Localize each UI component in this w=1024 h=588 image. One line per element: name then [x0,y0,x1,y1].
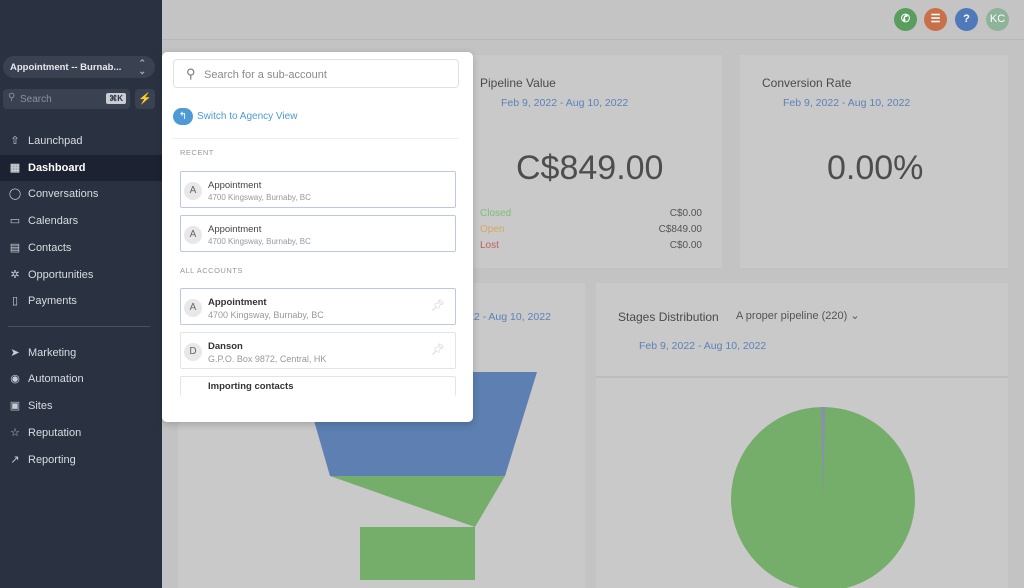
chevron-updown-icon: ⌃ ⌄ [138,58,146,76]
pipeline-total: C$849.00 [516,149,664,187]
star-icon: ☆ [10,427,20,439]
sidebar-item-contacts[interactable]: ▤ Contacts [0,235,162,261]
quick-action-button[interactable]: ⚡ [135,89,155,109]
sidebar-item-conversations[interactable]: ◯ Conversations [0,181,162,207]
chat-icon: ◯ [8,188,22,200]
sidebar-item-dashboard[interactable]: ▦ Dashboard [0,155,162,181]
search-placeholder: Search for a sub-account [204,69,327,81]
closed-row: Closed C$0.00 [480,208,702,219]
sidebar-item-label: Calendars [28,215,79,227]
recent-account[interactable]: A Appointment 4700 Kingsway, Burnaby, BC [180,171,456,208]
sidebar-item-label: Marketing [28,347,77,359]
sidebar-item-label: Reputation [28,427,82,439]
account-name: Appointment [208,297,267,308]
account-address: 4700 Kingsway, Burnaby, BC [208,310,324,320]
date-range[interactable]: Feb 9, 2022 - Aug 10, 2022 [783,97,910,109]
recent-account[interactable]: A Appointment 4700 Kingsway, Burnaby, BC [180,215,456,252]
funnel-stage-green[interactable] [330,476,505,580]
pin-icon[interactable]: 📌︎ [431,299,445,312]
account-name: Appointment [208,224,262,235]
account-address: G.P.O. Box 9872, Central, HK [208,354,327,364]
recent-label: RECENT [180,148,214,157]
phone-button[interactable]: ✆ [894,8,917,31]
rocket-icon: ⇧ [10,135,20,147]
switch-agency-view[interactable]: ↰ Switch to Agency View [173,108,298,125]
question-icon: ? [963,13,970,25]
sidebar-item-sites[interactable]: ▣ Sites [0,393,162,419]
conversion-value: 0.00% [827,149,924,187]
account-switcher[interactable]: Appointment -- Burnab... ⌃ ⌄ [3,56,155,78]
grid-icon: ▦ [9,162,21,174]
account-name: Appointment [208,180,262,191]
sidebar-item-label: Conversations [28,188,99,200]
account-item[interactable]: A Appointment 4700 Kingsway, Burnaby, BC 📌︎ [180,288,456,325]
calendar-icon: ▭ [9,215,21,227]
account-name: Danson [208,341,243,352]
avatar: D [184,343,202,361]
stages-distribution-card: Stages Distribution A proper pipeline (2… [596,283,1008,588]
conversion-rate-card: Conversion Rate Feb 9, 2022 - Aug 10, 20… [740,55,1008,268]
sidebar-item-label: Reporting [28,454,76,466]
sidebar-item-reputation[interactable]: ☆ Reputation [0,420,162,446]
automation-icon: ◉ [10,373,20,385]
list-icon: ☰ [930,13,941,25]
divider [173,138,459,139]
sidebar-item-calendars[interactable]: ▭ Calendars [0,208,162,234]
pipeline-value-card: Pipeline Value Feb 9, 2022 - Aug 10, 202… [470,55,722,268]
pin-icon[interactable]: 📌︎ [431,343,445,356]
sidebar-item-label: Payments [28,295,77,307]
sidebar-item-automation[interactable]: ◉ Automation [0,366,162,392]
sidebar: Appointment -- Burnab... ⌃ ⌄ ⚲ Search ⌘K ⚡ ⇧… [0,0,162,588]
search-icon: ⚲ [186,66,196,81]
contacts-icon: ▤ [9,242,21,254]
open-row: Open C$849.00 [480,224,702,235]
trend-icon: ↗ [10,454,20,466]
pie-chart [731,407,915,588]
user-avatar[interactable]: KC [986,8,1009,31]
sub-account-popup: ⚲ Search for a sub-account ↰ Switch to Age… [162,52,473,422]
account-item[interactable]: Importing contacts [180,376,456,396]
card-title: Conversion Rate [762,76,852,90]
opportunities-icon: ✲ [10,269,20,281]
all-accounts-label: ALL ACCOUNTS [180,266,243,275]
help-button[interactable]: ? [955,8,978,31]
account-item[interactable]: D Danson G.P.O. Box 9872, Central, HK 📌︎ [180,332,456,369]
date-range[interactable]: Feb 9, 2022 - Aug 10, 2022 [501,97,628,109]
sites-icon: ▣ [9,400,21,412]
back-arrow-icon: ↰ [173,108,193,125]
phone-icon: ✆ [900,13,911,25]
sidebar-item-reporting[interactable]: ↗ Reporting [0,447,162,473]
sub-account-search[interactable]: ⚲ Search for a sub-account [173,59,459,88]
sidebar-item-label: Automation [28,373,84,385]
account-name: Importing contacts [208,381,294,392]
sidebar-item-label: Sites [28,400,53,412]
tasks-button[interactable]: ☰ [924,8,947,31]
send-icon: ➤ [10,347,20,359]
sidebar-item-label: Opportunities [28,269,94,281]
card-title: Pipeline Value [480,76,556,90]
search-icon: ⚲ [8,92,16,103]
avatar: A [184,226,202,244]
avatar: A [184,182,202,200]
sidebar-item-label: Contacts [28,242,72,254]
sidebar-item-label: Dashboard [28,162,86,174]
account-name: Appointment -- Burnab... [10,62,122,73]
sidebar-item-launchpad[interactable]: ⇧ Launchpad [0,128,162,154]
top-header: ✆ ☰ ? KC [162,0,1024,40]
search-placeholder: Search [20,94,52,105]
avatar: A [184,299,202,317]
account-address: 4700 Kingsway, Burnaby, BC [208,237,311,246]
lost-row: Lost C$0.00 [480,240,702,251]
payments-icon: ▯ [11,295,19,307]
lightning-icon: ⚡ [138,93,152,105]
sidebar-item-opportunities[interactable]: ✲ Opportunities [0,262,162,288]
switch-label: Switch to Agency View [197,111,298,122]
account-address: 4700 Kingsway, Burnaby, BC [208,193,311,202]
sidebar-search[interactable]: ⚲ Search ⌘K [3,89,130,109]
sidebar-divider [8,326,150,327]
shortcut-badge: ⌘K [106,93,126,104]
sidebar-item-marketing[interactable]: ➤ Marketing [0,340,162,366]
sidebar-item-payments[interactable]: ▯ Payments [0,288,162,314]
sidebar-item-label: Launchpad [28,135,83,147]
